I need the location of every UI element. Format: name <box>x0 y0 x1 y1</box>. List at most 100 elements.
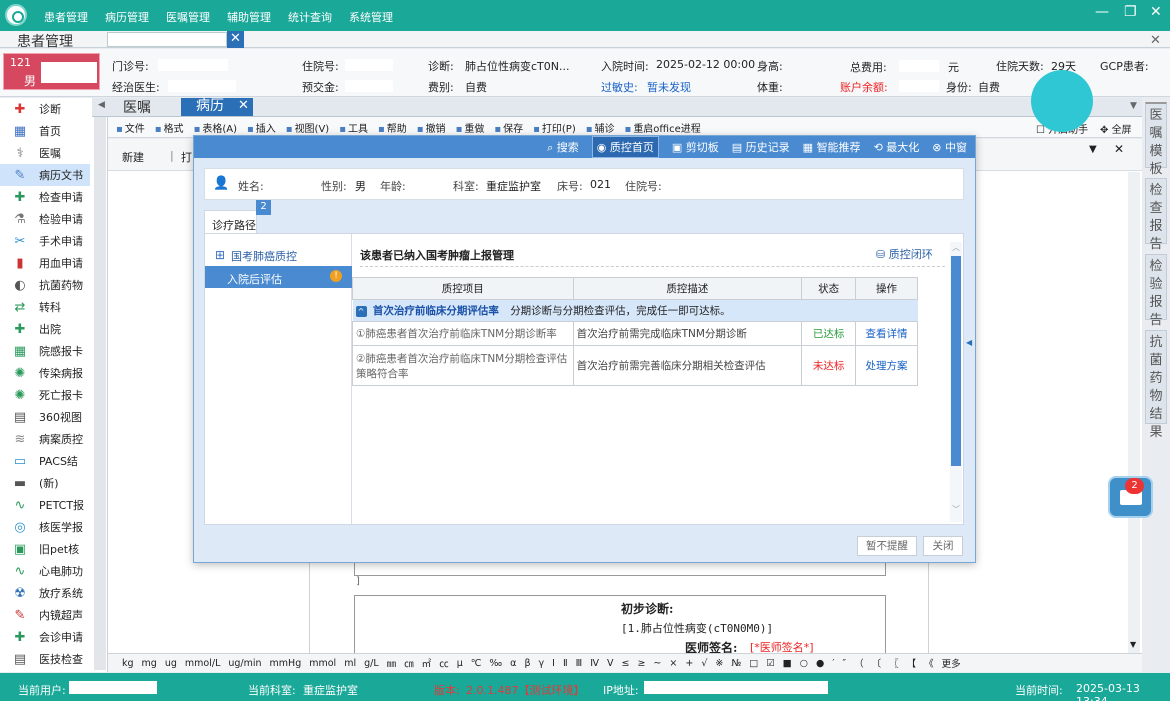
sidebar-item-pill[interactable]: ◐ 抗菌药物 <box>0 274 90 296</box>
symbol-button[interactable]: kg <box>122 658 134 669</box>
symbol-button[interactable]: 【 <box>907 656 917 670</box>
toolbar-file[interactable]: 文件 <box>116 120 145 135</box>
toolbar-print[interactable]: 打印(P) <box>533 120 576 135</box>
sidebar-item-discharge[interactable]: ✚ 出院 <box>0 318 90 340</box>
tree-root-item[interactable]: 国考肺癌质控 <box>231 248 297 264</box>
right-tab-order-template[interactable]: 医嘱模板 <box>1145 102 1167 177</box>
symbol-button[interactable]: 〖 <box>889 656 899 670</box>
menu-stats[interactable]: 统计查询 <box>288 9 332 25</box>
symbol-button[interactable]: № <box>731 658 741 669</box>
symbol-button[interactable]: ≤ <box>621 658 629 669</box>
symbol-button[interactable]: ○ <box>800 658 808 669</box>
toolbar-insert[interactable]: 插入 <box>247 120 276 135</box>
dont-remind-button[interactable]: 暂不提醒 <box>857 536 917 556</box>
symbol-button[interactable]: ≥ <box>637 658 645 669</box>
toolbar-format[interactable]: 格式 <box>155 120 184 135</box>
toolbar-fullscreen[interactable]: ✥ 全屏 <box>1100 121 1132 136</box>
symbol-button[interactable]: mmol <box>309 658 336 669</box>
dialog-qc-home-button[interactable]: ◉ 质控首页 <box>591 136 659 158</box>
symbol-button[interactable]: ※ <box>715 658 723 669</box>
sidebar-item-new[interactable]: ▬ (新) <box>0 472 90 494</box>
sidebar-item-death[interactable]: ✺ 死亡报卡 <box>0 384 90 406</box>
row1-view-detail-link[interactable]: 查看详情 <box>855 321 918 346</box>
dialog-scrollbar[interactable]: ︿ ﹀ <box>950 242 962 522</box>
symbol-button[interactable]: 更多 <box>942 656 961 670</box>
sidebar-item-infection[interactable]: ▦ 院感报卡 <box>0 340 90 362</box>
sidebar-item-exam[interactable]: ✚ 检查申请 <box>0 186 90 208</box>
dialog-search-button[interactable]: ⌕ 搜索 <box>547 139 579 155</box>
menu-record[interactable]: 病历管理 <box>105 9 149 25</box>
close-module-icon[interactable]: ✕ <box>1150 33 1161 48</box>
ribbon-dropdown-icon[interactable]: ▼ <box>1089 144 1097 155</box>
symbol-button[interactable]: （ <box>854 656 864 670</box>
sidebar-item-diagnosis[interactable]: ✚ 诊断 <box>0 98 90 120</box>
symbol-button[interactable]: Ⅰ <box>552 658 555 669</box>
patient-tab-input[interactable] <box>107 32 227 47</box>
right-tab-antibiotic-result[interactable]: 抗菌药物结果 <box>1145 330 1167 440</box>
toolbar-redo[interactable]: 重做 <box>456 120 484 135</box>
sidebar-item-pacs[interactable]: ▭ PACS结 <box>0 450 90 472</box>
ribbon-close-icon[interactable]: ✕ <box>1114 142 1124 156</box>
symbol-button[interactable]: 〔 <box>872 656 882 670</box>
scroll-down-icon[interactable]: ▼ <box>1130 640 1136 649</box>
sidebar-item-nuclear[interactable]: ◎ 核医学报 <box>0 516 90 538</box>
row2-handle-plan-link[interactable]: 处理方案 <box>855 345 918 386</box>
symbol-button[interactable]: ☑ <box>766 658 775 669</box>
minimize-icon[interactable]: — <box>1095 4 1109 20</box>
tab-orders[interactable]: 医嘱 <box>123 97 151 117</box>
patient-card[interactable]: 121 男 <box>3 53 100 90</box>
side-collapse-icon[interactable]: ◀ <box>966 338 972 347</box>
sidebar-item-endoscope[interactable]: ✎ 内镜超声 <box>0 604 90 626</box>
sidebar-item-blood[interactable]: ▮ 用血申请 <box>0 252 90 274</box>
symbol-button[interactable]: Ⅴ <box>607 658 614 669</box>
tab-dropdown-icon[interactable]: ▼ <box>1130 101 1137 111</box>
close-dialog-button[interactable]: 关闭 <box>923 536 963 556</box>
sidebar-item-view360[interactable]: ▤ 360视图 <box>0 406 90 428</box>
symbol-button[interactable]: ′ <box>832 658 834 669</box>
menu-aux[interactable]: 辅助管理 <box>227 9 271 25</box>
symbol-button[interactable]: ug/min <box>228 658 261 669</box>
sidebar-item-radiation[interactable]: ☢ 放疗系统 <box>0 582 90 604</box>
sidebar-item-consult[interactable]: ✚ 会诊申请 <box>0 626 90 648</box>
symbol-button[interactable]: ml <box>344 658 356 669</box>
toolbar-save[interactable]: 保存 <box>494 120 523 135</box>
symbol-button[interactable]: ㏄ <box>439 656 449 670</box>
close-tab-icon[interactable]: ✕ <box>227 31 244 48</box>
prelim-diagnosis-value[interactable]: [1.肺占位性病变(cT0N0M0)] <box>621 620 773 636</box>
document-scrollbar[interactable]: ▼ <box>1128 172 1140 653</box>
symbol-button[interactable]: + <box>685 658 693 669</box>
maximize-icon[interactable]: ❐ <box>1124 4 1137 20</box>
tab-patient-management[interactable]: 患者管理 <box>17 31 73 51</box>
symbol-button[interactable]: ug <box>165 658 177 669</box>
sidebar-item-oldpet[interactable]: ▣ 旧pet核 <box>0 538 90 560</box>
sidebar-item-transfer[interactable]: ⇄ 转科 <box>0 296 90 318</box>
symbol-button[interactable]: mg <box>142 658 157 669</box>
sidebar-item-record[interactable]: ✎ 病历文书 <box>0 164 90 186</box>
close-record-tab-icon[interactable]: ✕ <box>238 98 249 113</box>
symbol-button[interactable]: ~ <box>653 658 661 669</box>
symbol-button[interactable]: γ <box>539 658 545 669</box>
tree-child-item[interactable]: 入院后评估 ! <box>205 266 352 288</box>
dialog-recommend-button[interactable]: ▦ 智能推荐 <box>803 139 861 155</box>
sidebar-scrollbar[interactable] <box>94 100 106 670</box>
symbol-button[interactable]: 《 <box>924 656 934 670</box>
symbol-button[interactable]: α <box>510 658 516 669</box>
qc-group-row[interactable]: ^ 首次治疗前临床分期评估率 分期诊断与分期检查评估，完成任一即可达标。 <box>352 299 918 322</box>
close-window-icon[interactable]: ✕ <box>1150 4 1162 20</box>
dialog-maximize-button[interactable]: ⟲ 最大化 <box>874 139 920 155</box>
new-document-button[interactable]: 新建 <box>122 149 144 165</box>
sidebar-item-scissors[interactable]: ✂ 手术申请 <box>0 230 90 252</box>
sidebar-item-homepage[interactable]: ▦ 首页 <box>0 120 90 142</box>
sidebar-item-qc[interactable]: ≋ 病案质控 <box>0 428 90 450</box>
symbol-button[interactable]: ● <box>816 658 824 669</box>
ribbon-print-button[interactable]: 打 <box>181 149 192 165</box>
menu-system[interactable]: 系统管理 <box>349 9 393 25</box>
symbol-button[interactable]: √ <box>701 658 707 669</box>
symbol-button[interactable]: □ <box>749 658 758 669</box>
scroll-down-icon[interactable]: ﹀ <box>952 504 960 515</box>
sidebar-item-petct[interactable]: ∿ PETCT报 <box>0 494 90 516</box>
floating-assistant-button[interactable] <box>1031 70 1093 132</box>
right-tab-exam-report[interactable]: 检查报告 <box>1145 178 1167 252</box>
collapse-icon[interactable]: ^ <box>355 306 367 317</box>
sidebar-item-lab[interactable]: ⚗ 检验申请 <box>0 208 90 230</box>
